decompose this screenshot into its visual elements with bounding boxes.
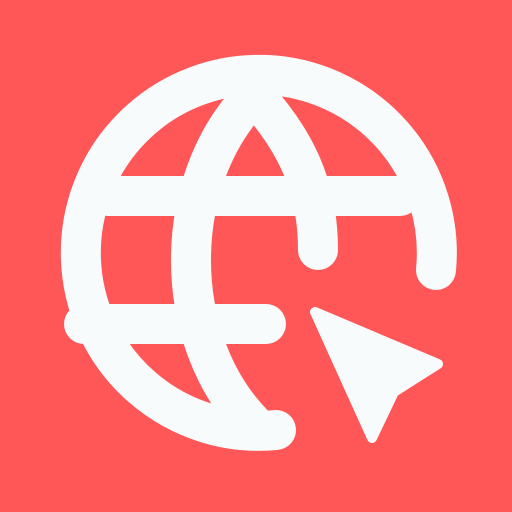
app-icon	[0, 0, 512, 512]
globe-with-cursor-icon	[0, 0, 512, 512]
